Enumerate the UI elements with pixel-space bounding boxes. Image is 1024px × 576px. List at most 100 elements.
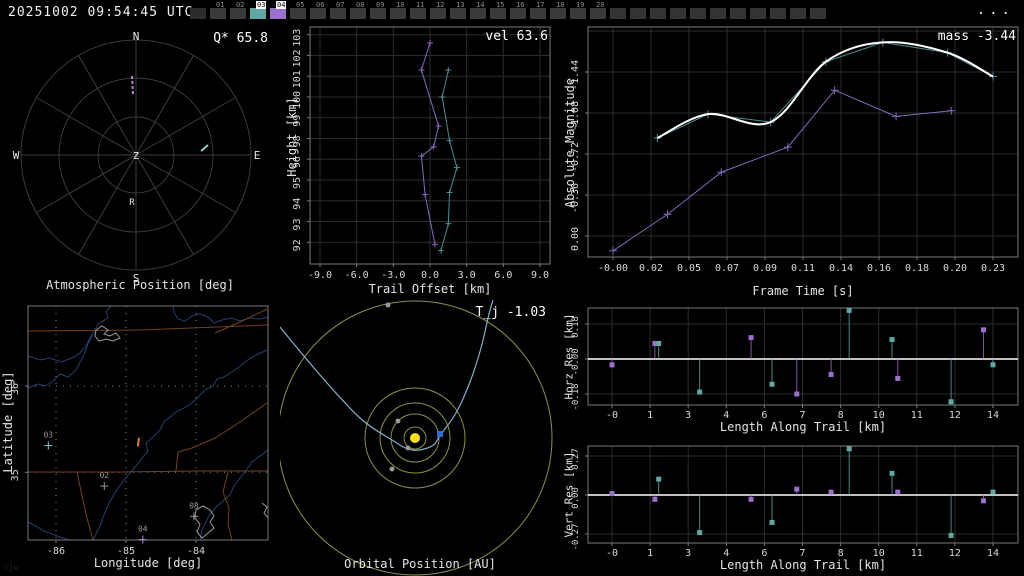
svg-text:-0.00: -0.00	[598, 263, 628, 274]
map-station-03: 03	[43, 431, 53, 450]
station-box-fill	[370, 8, 386, 19]
residual-point-03	[697, 359, 703, 395]
residual-point-04	[794, 359, 800, 397]
station-box-spare[interactable]	[630, 0, 650, 24]
station-box-label: 20	[596, 1, 605, 9]
overflow-menu[interactable]: ...	[977, 2, 1014, 18]
sun-marker	[410, 433, 420, 443]
svg-text:R: R	[129, 198, 135, 208]
panel-magnitude: -0.00 0.02 0.05 0.07 0.09 0.11 0.14 0.16 0.18 0.2…	[560, 24, 1024, 300]
station-box-15[interactable]: 15	[490, 0, 510, 24]
station-box-06[interactable]: 06	[310, 0, 330, 24]
station-box-12[interactable]: 12	[430, 0, 450, 24]
meteor-track-04	[131, 75, 134, 95]
station-box-fill	[250, 8, 266, 19]
station-box-09[interactable]: 09	[370, 0, 390, 24]
station-box-fill	[290, 8, 306, 19]
vert-residuals-plot: -0 1 3 4 6 7 8 10 11 12 140.270.00-0.27	[571, 445, 1019, 559]
station-box-spare[interactable]	[730, 0, 750, 24]
residual-point-03	[889, 470, 895, 495]
meteor-track-03	[200, 144, 209, 152]
residual-point-04	[609, 359, 615, 368]
station-box-spare[interactable]	[790, 0, 810, 24]
station-box-01[interactable]: 01	[210, 0, 230, 24]
river	[199, 449, 269, 541]
svg-text:N: N	[133, 30, 140, 43]
map-station-04: 04	[138, 525, 148, 544]
svg-text:0.23: 0.23	[981, 263, 1005, 274]
station-box-fill	[750, 8, 766, 19]
station-box-spare[interactable]	[650, 0, 670, 24]
station-box-label: 08	[356, 1, 365, 9]
svg-text:92: 92	[292, 239, 303, 251]
station-box-02[interactable]: 02	[230, 0, 250, 24]
timestamp: 20251002 09:54:45 UTC	[8, 5, 194, 20]
station-box-spare[interactable]	[770, 0, 790, 24]
residual-point-03	[990, 489, 996, 495]
station-box-spare[interactable]	[610, 0, 630, 24]
station-box-fill	[650, 8, 666, 19]
svg-text:-0: -0	[606, 548, 618, 559]
station-box-fill	[670, 8, 686, 19]
svg-text:-6.0: -6.0	[345, 270, 369, 281]
horz-residuals-plot: -0 1 3 4 6 7 8 10 11 12 140.18-0.00-0.18	[571, 307, 1019, 421]
station-box-08[interactable]: 08	[350, 0, 370, 24]
app-root: { "header": { "timestamp": "20251002 09:…	[0, 0, 1024, 576]
station-box-05[interactable]: 05	[290, 0, 310, 24]
station-box-spare[interactable]	[670, 0, 690, 24]
residual-point-04	[748, 335, 754, 359]
top-bar: 20251002 09:54:45 UTC 01 02 03 04 05 06 07 08 09…	[0, 0, 1024, 24]
svg-text:14: 14	[987, 410, 999, 421]
residual-point-03	[846, 307, 852, 359]
station-box-blank[interactable]	[190, 0, 210, 24]
station-box-14[interactable]: 14	[470, 0, 490, 24]
station-box-spare[interactable]	[710, 0, 730, 24]
station-box-label: 07	[336, 1, 345, 9]
station-box-fill	[770, 8, 786, 19]
station-box-fill	[510, 8, 526, 19]
station-box-17[interactable]: 17	[530, 0, 550, 24]
station-box-label: 14	[476, 1, 485, 9]
residual-point-04	[895, 489, 901, 495]
station-box-13[interactable]: 13	[450, 0, 470, 24]
svg-text:W: W	[13, 149, 20, 162]
earth-marker	[437, 431, 443, 437]
station-box-spare[interactable]	[750, 0, 770, 24]
station-box-19[interactable]: 19	[570, 0, 590, 24]
station-box-11[interactable]: 11	[410, 0, 430, 24]
residual-point-03	[769, 359, 775, 387]
station-box-fill	[330, 8, 346, 19]
svg-text:0.05: 0.05	[677, 263, 701, 274]
mag-series-03	[653, 38, 997, 143]
station-box-fill	[390, 8, 406, 19]
station-box-20[interactable]: 20	[590, 0, 610, 24]
ground-map-plot: -86 -85 -84363503020804	[10, 305, 269, 557]
station-box-07[interactable]: 07	[330, 0, 350, 24]
trail-ylabel: Height [km]	[285, 97, 299, 177]
velocity-annotation: vel 63.6	[485, 29, 548, 44]
station-box-spare[interactable]	[690, 0, 710, 24]
station-box-label: 16	[516, 1, 525, 9]
svg-text:0.09: 0.09	[753, 263, 777, 274]
station-box-18[interactable]: 18	[550, 0, 570, 24]
residual-point-04	[794, 486, 800, 495]
tick-labels: -0 1 3 4 6 7 8 10 11 12 140.270.00-0.27	[571, 448, 999, 559]
svg-text:E: E	[254, 149, 261, 162]
atmospheric-position-plot: NSW EZR	[13, 30, 261, 285]
svg-text:02: 02	[99, 471, 109, 480]
q-annotation: Q* 65.8	[213, 31, 268, 46]
mag-xlabel: Frame Time [s]	[752, 284, 854, 298]
station-box-16[interactable]: 16	[510, 0, 530, 24]
station-box-04[interactable]: 04	[270, 0, 290, 24]
svg-text:0.11: 0.11	[791, 263, 815, 274]
station-box-fill	[190, 8, 206, 19]
station-box-spare[interactable]	[810, 0, 830, 24]
planet-marker	[389, 466, 395, 472]
station-box-fill	[450, 8, 466, 19]
map-gridlines	[28, 306, 268, 540]
station-box-label: 09	[376, 1, 385, 9]
station-box-03[interactable]: 03	[250, 0, 270, 24]
map-ylabel: Latitude [deg]	[1, 371, 15, 473]
station-box-10[interactable]: 10	[390, 0, 410, 24]
panel-horz-residuals: -0 1 3 4 6 7 8 10 11 12 14 0.18 -0.00 -0.18 Length Al…	[560, 300, 1024, 438]
